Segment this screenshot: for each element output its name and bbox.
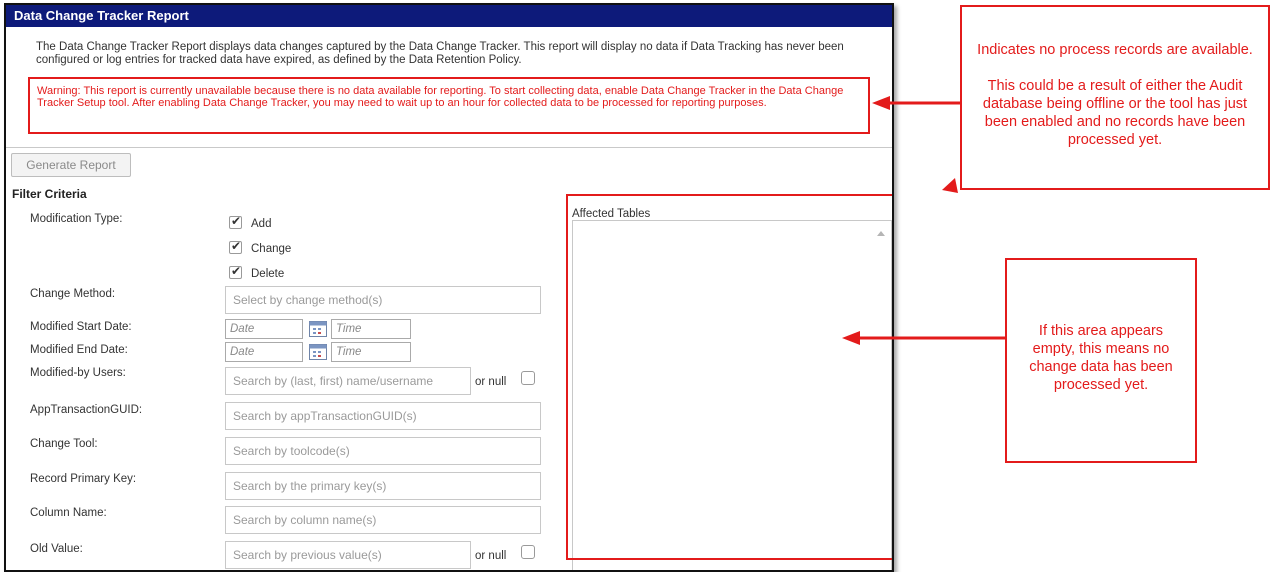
arrow-from-callout xyxy=(942,178,958,193)
arrow-to-tables xyxy=(842,331,1005,345)
annotation-arrows xyxy=(842,96,1005,345)
arrow-to-warning xyxy=(872,96,960,110)
